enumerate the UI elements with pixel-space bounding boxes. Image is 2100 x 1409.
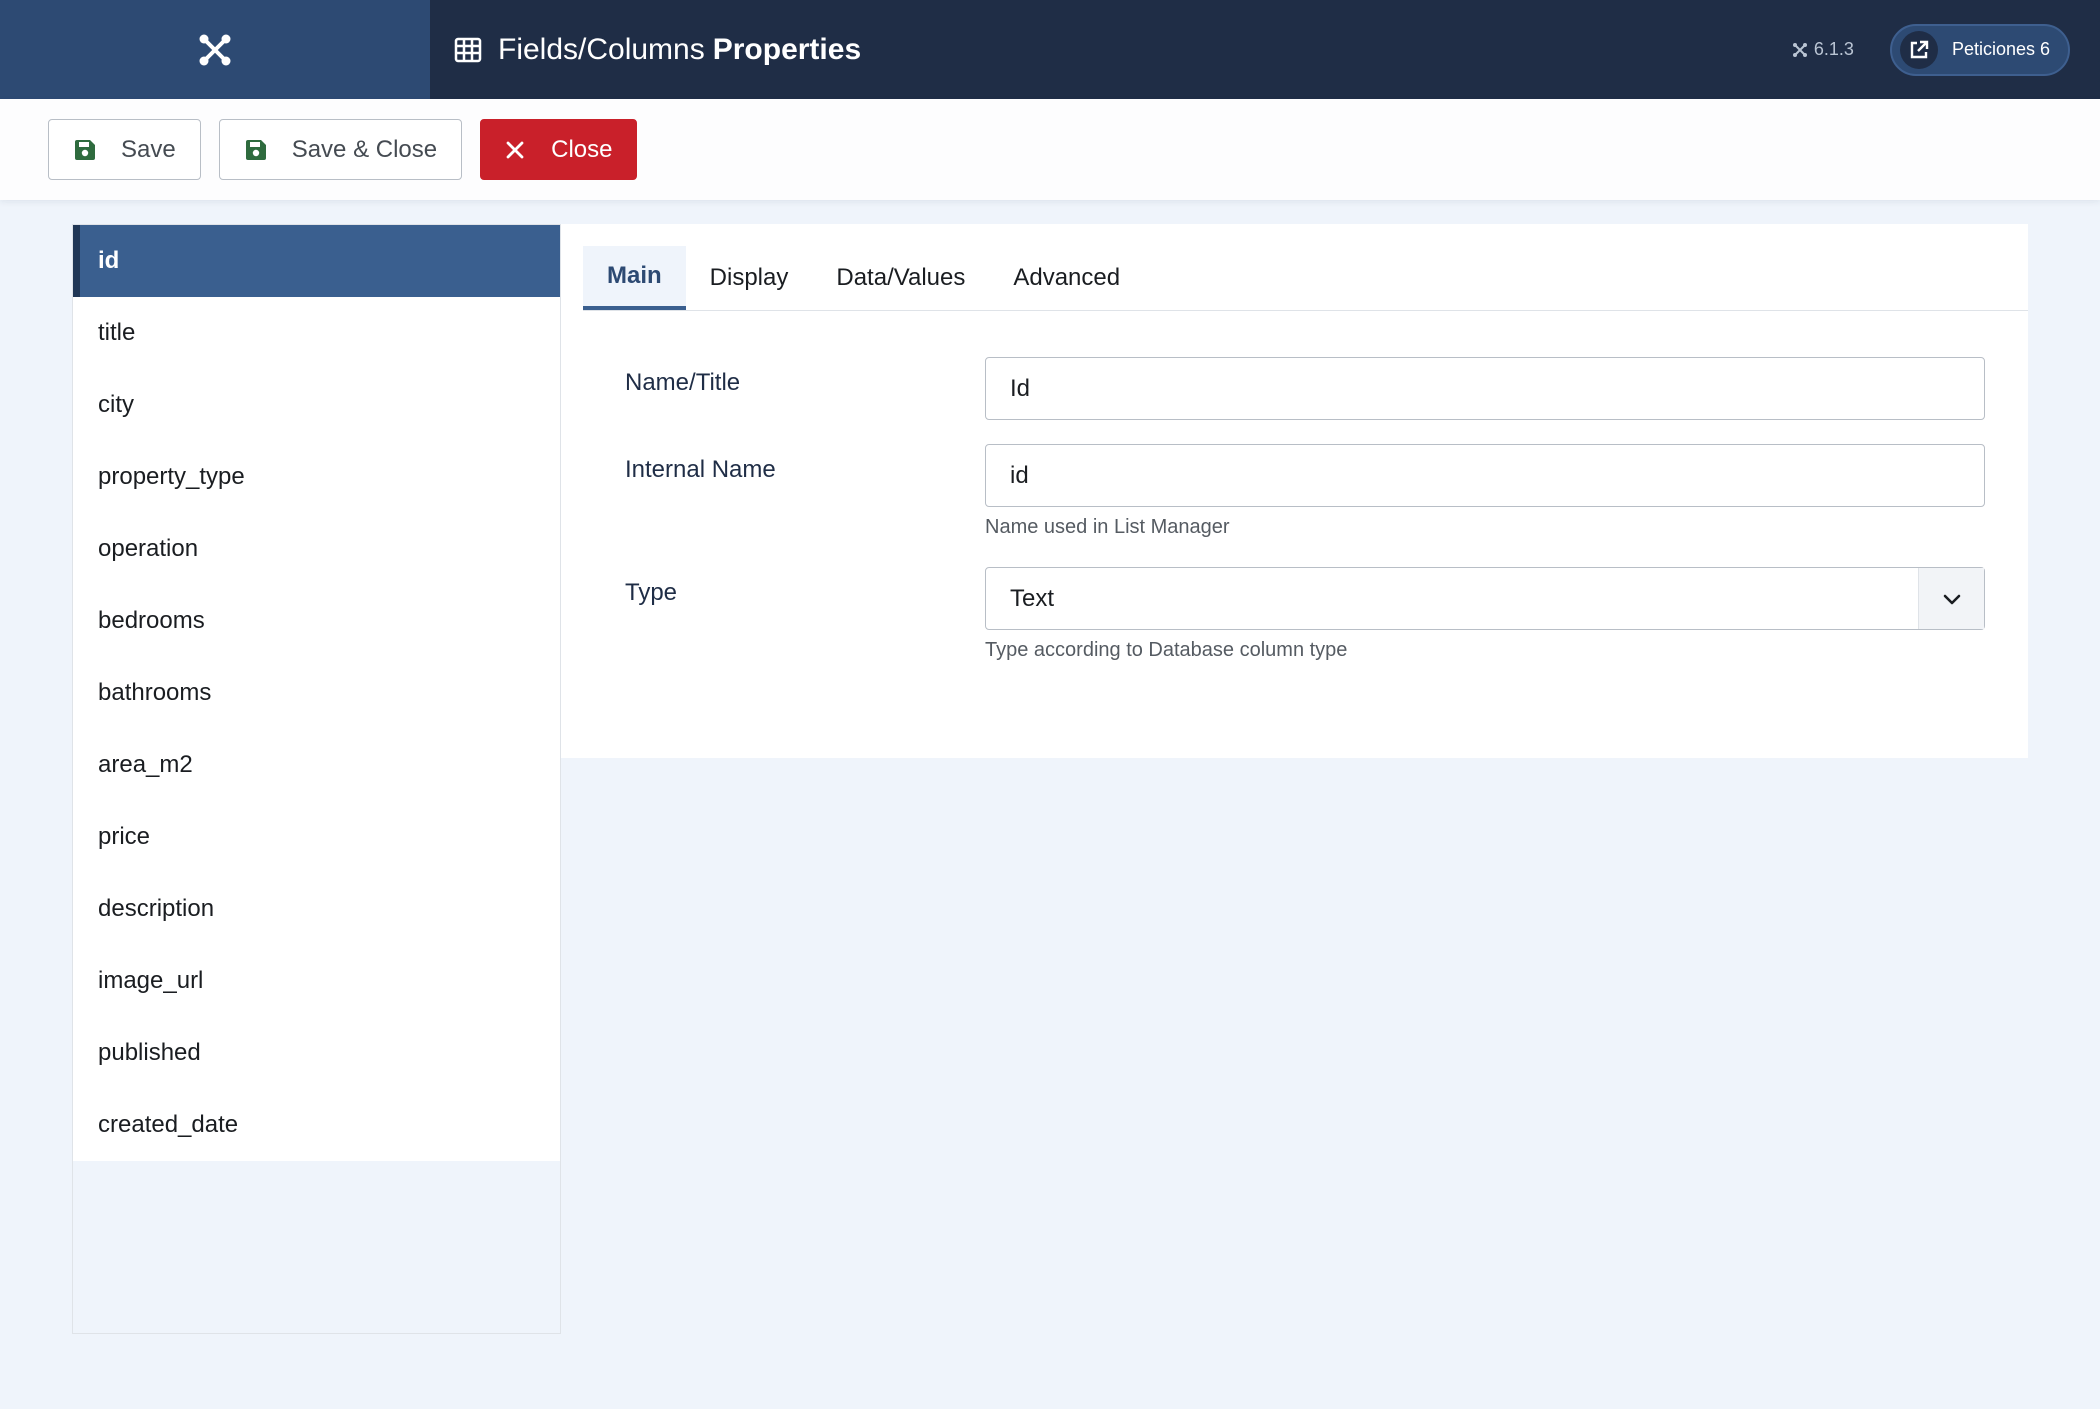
type-label: Type bbox=[625, 579, 678, 606]
floppy-disk-icon bbox=[75, 139, 95, 160]
field-item-property-type[interactable]: property_type bbox=[73, 441, 560, 513]
toolbar: Save Save & Close Close bbox=[0, 99, 2100, 200]
internal-name-help: Name used in List Manager bbox=[985, 516, 1230, 538]
app-header: Fields/Columns Properties 6.1.3 Peticion… bbox=[0, 0, 2100, 99]
field-item-label: id bbox=[98, 247, 120, 274]
tab-display[interactable]: Display bbox=[686, 246, 813, 310]
close-label: Close bbox=[551, 135, 613, 163]
field-item-title[interactable]: title bbox=[73, 297, 560, 369]
table-grid-icon bbox=[454, 37, 482, 62]
field-item-price[interactable]: price bbox=[73, 801, 560, 873]
tab-bar: Main Display Data/Values Advanced bbox=[583, 246, 1144, 310]
save-close-button[interactable]: Save & Close bbox=[218, 119, 463, 180]
field-item-description[interactable]: description bbox=[73, 873, 560, 945]
tab-label: Data/Values bbox=[836, 264, 966, 291]
tab-divider bbox=[583, 310, 2028, 311]
field-item-operation[interactable]: operation bbox=[73, 513, 560, 585]
field-list: id title city property_type operation be… bbox=[72, 224, 561, 1334]
floppy-disk-icon bbox=[245, 139, 266, 160]
joomla-logo-icon bbox=[199, 34, 231, 65]
tab-label: Display bbox=[709, 264, 789, 291]
field-item-label: title bbox=[98, 319, 136, 346]
field-item-label: price bbox=[98, 823, 151, 850]
field-item-label: created_date bbox=[98, 1111, 239, 1138]
properties-panel: Main Display Data/Values Advanced Name/T… bbox=[561, 224, 2028, 758]
internal-name-label: Internal Name bbox=[625, 456, 776, 483]
tab-data-values[interactable]: Data/Values bbox=[812, 246, 989, 310]
tab-label: Main bbox=[607, 262, 662, 289]
field-item-bedrooms[interactable]: bedrooms bbox=[73, 585, 560, 657]
close-button[interactable]: Close bbox=[480, 119, 638, 180]
version-text: 6.1.3 bbox=[1813, 39, 1854, 59]
type-select-toggle[interactable] bbox=[1918, 568, 1984, 629]
tab-label: Advanced bbox=[1013, 264, 1121, 291]
name-title-input[interactable] bbox=[985, 357, 1985, 420]
field-item-label: area_m2 bbox=[98, 751, 193, 778]
field-item-image-url[interactable]: image_url bbox=[73, 945, 560, 1017]
name-title-label: Name/Title bbox=[625, 369, 741, 396]
field-item-label: city bbox=[98, 391, 134, 418]
external-link-icon bbox=[1910, 40, 1929, 58]
field-item-created-date[interactable]: created_date bbox=[73, 1089, 560, 1161]
field-item-label: published bbox=[98, 1039, 201, 1066]
field-item-label: property_type bbox=[98, 463, 245, 490]
page-title-prefix: Fields/Columns bbox=[498, 32, 705, 66]
type-select[interactable]: Text bbox=[985, 567, 1985, 630]
field-item-label: description bbox=[98, 895, 215, 922]
field-item-area-m2[interactable]: area_m2 bbox=[73, 729, 560, 801]
field-item-published[interactable]: published bbox=[73, 1017, 560, 1089]
field-item-id[interactable]: id bbox=[73, 225, 560, 297]
requests-icon-wrap bbox=[1899, 30, 1938, 69]
type-select-value: Text bbox=[1010, 584, 1055, 612]
chevron-down-icon bbox=[1943, 594, 1960, 604]
version-indicator[interactable]: 6.1.3 bbox=[1792, 39, 1854, 60]
field-item-city[interactable]: city bbox=[73, 369, 560, 441]
type-help: Type according to Database column type bbox=[985, 639, 1348, 661]
tab-advanced[interactable]: Advanced bbox=[989, 246, 1144, 310]
close-x-icon bbox=[506, 141, 524, 158]
tab-main[interactable]: Main bbox=[583, 246, 686, 310]
requests-label: Peticiones 6 bbox=[1951, 39, 2050, 59]
logo-block[interactable] bbox=[0, 0, 430, 99]
save-close-label: Save & Close bbox=[291, 135, 438, 163]
field-item-bathrooms[interactable]: bathrooms bbox=[73, 657, 560, 729]
internal-name-input[interactable] bbox=[985, 444, 1985, 507]
field-item-label: bedrooms bbox=[98, 607, 205, 634]
field-item-label: image_url bbox=[98, 967, 204, 994]
save-label: Save bbox=[121, 135, 176, 163]
page-title-strong: Properties bbox=[712, 32, 862, 66]
joomla-small-icon bbox=[1792, 42, 1807, 57]
requests-button[interactable]: Peticiones 6 bbox=[1889, 23, 2070, 76]
page-title: Fields/Columns Properties bbox=[454, 33, 861, 67]
field-item-label: bathrooms bbox=[98, 679, 212, 706]
field-item-label: operation bbox=[98, 535, 199, 562]
save-button[interactable]: Save bbox=[48, 119, 201, 180]
